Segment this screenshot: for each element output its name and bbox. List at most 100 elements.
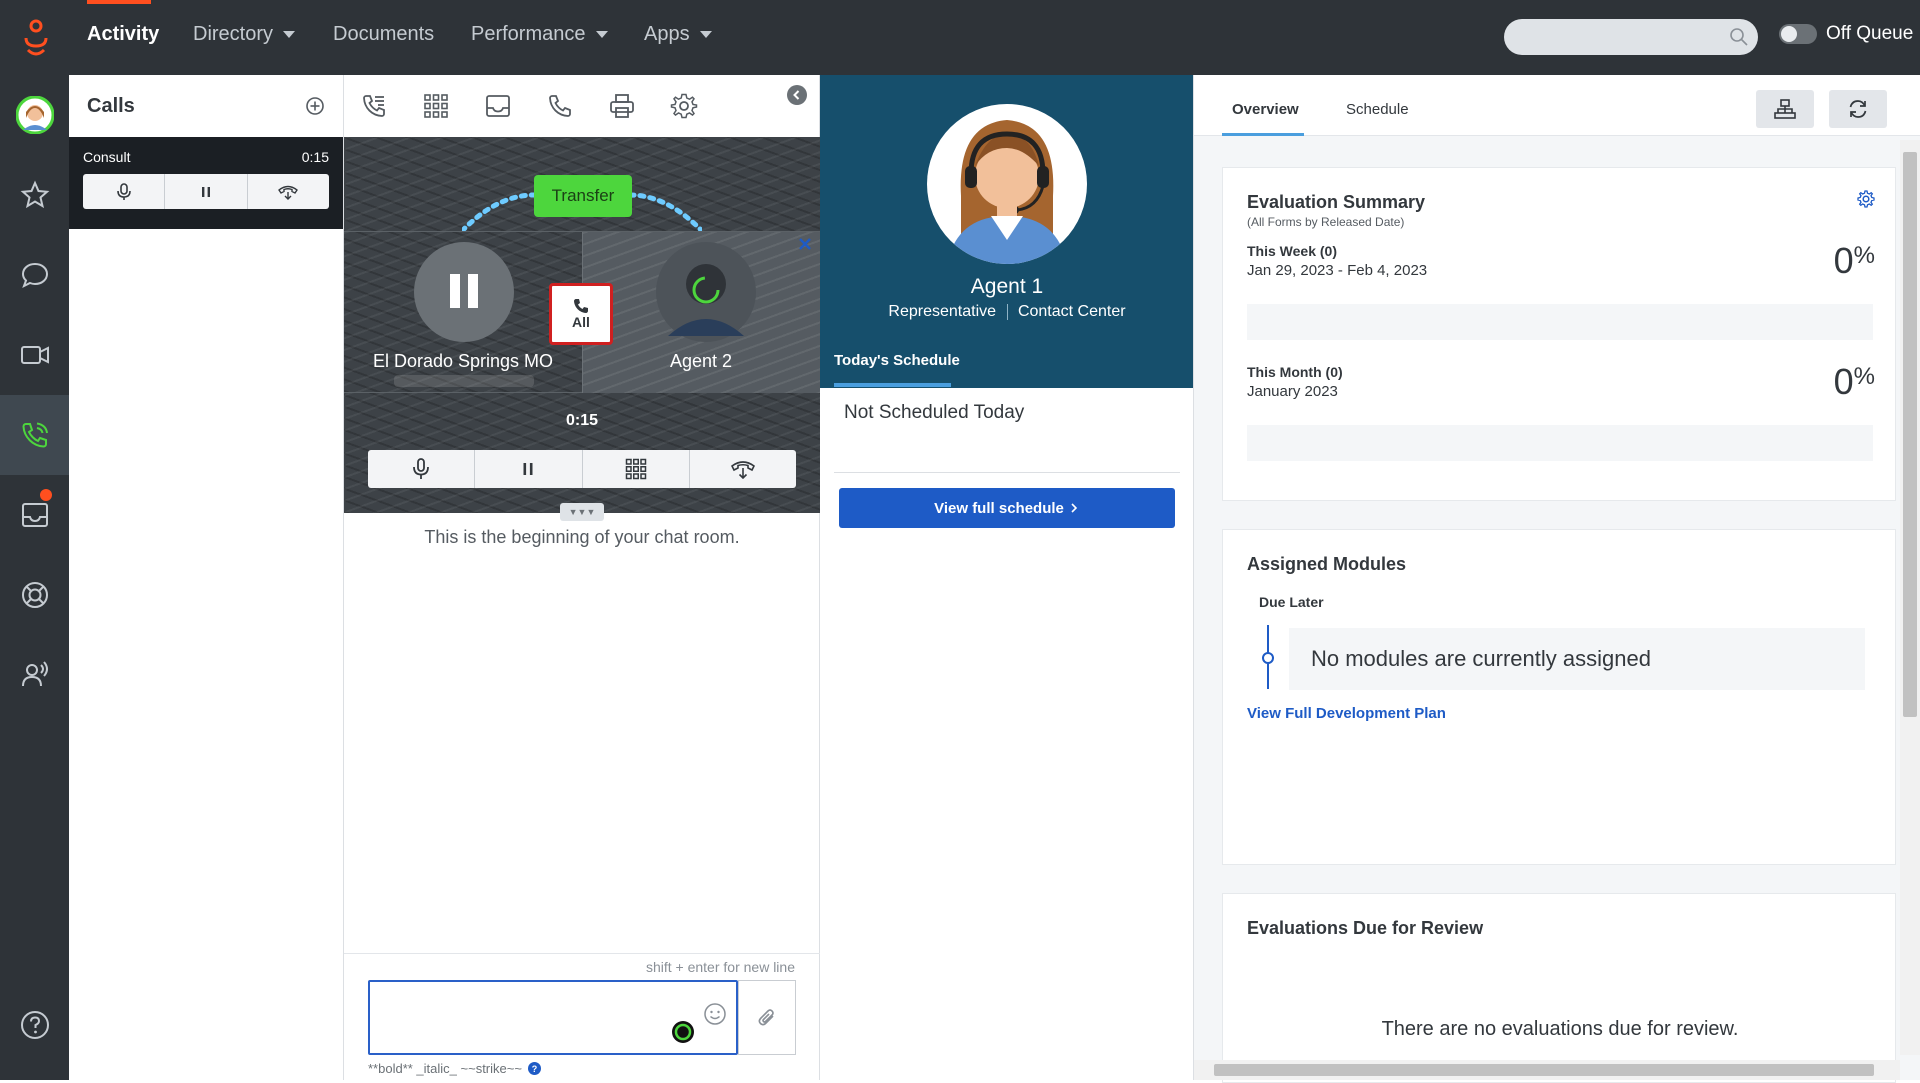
this-month-percent-value: 0 [1833,361,1854,402]
nav-documents-label: Documents [333,23,435,45]
scrollbar-thumb[interactable] [1903,152,1917,717]
resize-grip[interactable]: ▼▼▼ [560,503,604,521]
phone-icon[interactable] [546,92,574,120]
emoji-icon[interactable] [703,1002,727,1026]
attach-button[interactable] [738,980,796,1055]
org-chart-button[interactable] [1756,90,1814,128]
agent-avatar [927,104,1087,264]
nav-performance[interactable]: Performance [471,23,608,46]
hangup-icon [730,461,755,479]
divider [344,953,820,954]
this-month-percent: 0% [1834,361,1875,403]
inbox-icon[interactable] [0,475,69,555]
disconnect-button[interactable] [248,174,329,209]
add-call-icon[interactable] [305,96,325,116]
queue-toggle[interactable]: Off Queue [1779,23,1913,45]
search-input[interactable] [1504,19,1758,55]
participants-area: El Dorado Springs MO Agent 2 All [344,231,820,393]
format-hint: **bold** _italic_ ~~strike~~ ? [368,1061,541,1076]
mute-button[interactable] [368,450,476,488]
search-icon[interactable] [1729,27,1749,47]
percent-sign: % [1853,242,1875,269]
message-input[interactable] [368,980,738,1055]
nav-activity[interactable]: Activity [87,23,159,46]
horizontal-scrollbar[interactable] [1194,1060,1900,1080]
divider [834,472,1180,473]
org-chart-icon [1774,99,1796,119]
performance-panel: Overview Schedule Evaluation Summary (Al… [1194,75,1920,1083]
inbox-tray-icon[interactable] [484,92,512,120]
toggle-switch[interactable] [1779,24,1817,44]
conference-all-button[interactable]: All [549,283,613,345]
help-icon[interactable] [0,985,69,1065]
tab-schedule[interactable]: Schedule [1346,101,1409,118]
help-icon[interactable]: ? [527,1062,541,1075]
nav-apps-label: Apps [644,23,690,45]
phone-icon [574,299,588,313]
close-icon[interactable] [798,237,812,251]
nav-documents[interactable]: Documents [333,23,434,46]
redacted-number [394,375,534,387]
agent-profile-panel: Agent 1 Representative Contact Center To… [820,75,1194,1080]
avatar[interactable] [0,75,69,155]
print-icon[interactable] [608,92,636,120]
nav-activity-label: Activity [87,23,160,45]
hold-button[interactable] [475,450,583,488]
this-week-label: This Week (0) [1247,243,1337,259]
transfer-label: Transfer [551,186,615,205]
calls-title: Calls [87,94,135,117]
this-month-label: This Month (0) [1247,364,1343,380]
microphone-icon [116,182,131,200]
mute-button[interactable] [83,174,166,209]
star-icon[interactable] [0,155,69,235]
tab-indicator [1222,133,1304,136]
disconnect-button[interactable] [690,450,796,488]
transfer-button[interactable]: Transfer [534,175,632,217]
nav-directory[interactable]: Directory [193,23,296,46]
people-speaking-icon[interactable] [0,635,69,715]
this-week-percent-value: 0 [1833,240,1854,281]
gear-icon[interactable] [1857,190,1875,208]
tab-overview[interactable]: Overview [1232,101,1299,118]
dialpad-icon[interactable] [422,92,450,120]
due-later-label: Due Later [1259,594,1324,610]
view-full-schedule-button[interactable]: View full schedule [839,488,1175,528]
agent-role: Representative [888,303,997,320]
cursor-indicator-icon [671,1020,695,1044]
video-icon[interactable] [0,315,69,395]
no-evaluations-message: There are no evaluations due for review. [1381,1018,1739,1040]
support-icon[interactable] [0,555,69,635]
vertical-scrollbar[interactable] [1900,140,1920,1055]
refresh-button[interactable] [1829,90,1887,128]
tab-todays-schedule[interactable]: Today's Schedule [834,352,960,369]
agent-2-avatar[interactable] [654,240,758,344]
dialpad-icon [625,458,646,480]
chevron-right-icon [1071,503,1078,513]
evaluation-summary-card: Evaluation Summary (All Forms by Release… [1222,167,1896,501]
calls-header: Calls [69,75,343,137]
gear-icon[interactable] [670,92,698,120]
this-week-range: Jan 29, 2023 - Feb 4, 2023 [1247,262,1428,279]
consult-controls [83,174,329,209]
nav-apps[interactable]: Apps [644,23,712,46]
percent-sign: % [1853,363,1875,390]
chat-bubble-icon[interactable] [0,235,69,315]
view-development-plan-link[interactable]: View Full Development Plan [1247,705,1446,722]
collapse-panel-button[interactable] [787,85,807,105]
consult-call-item[interactable]: Consult 0:15 [69,137,343,229]
phone-wave-icon[interactable] [0,395,69,475]
dialpad-button[interactable] [583,450,690,488]
scrollbar-thumb[interactable] [1214,1064,1874,1076]
hold-button[interactable] [165,174,248,209]
call-timer: 0:15 [565,412,599,429]
genesys-logo-icon[interactable] [16,16,54,58]
calls-panel: Calls Consult 0:15 [69,75,344,1080]
hold-avatar[interactable] [412,240,516,344]
new-line-hint: shift + enter for new line [645,959,795,975]
conversation-panel: Transfer El Dorado Springs MO Agent 2 Al… [344,75,820,1080]
pause-icon [523,463,533,475]
evaluation-summary-subtitle: (All Forms by Released Date) [1247,215,1405,229]
side-rail [0,75,69,1080]
svg-text:?: ? [532,1064,538,1074]
call-list-icon[interactable] [360,92,388,120]
